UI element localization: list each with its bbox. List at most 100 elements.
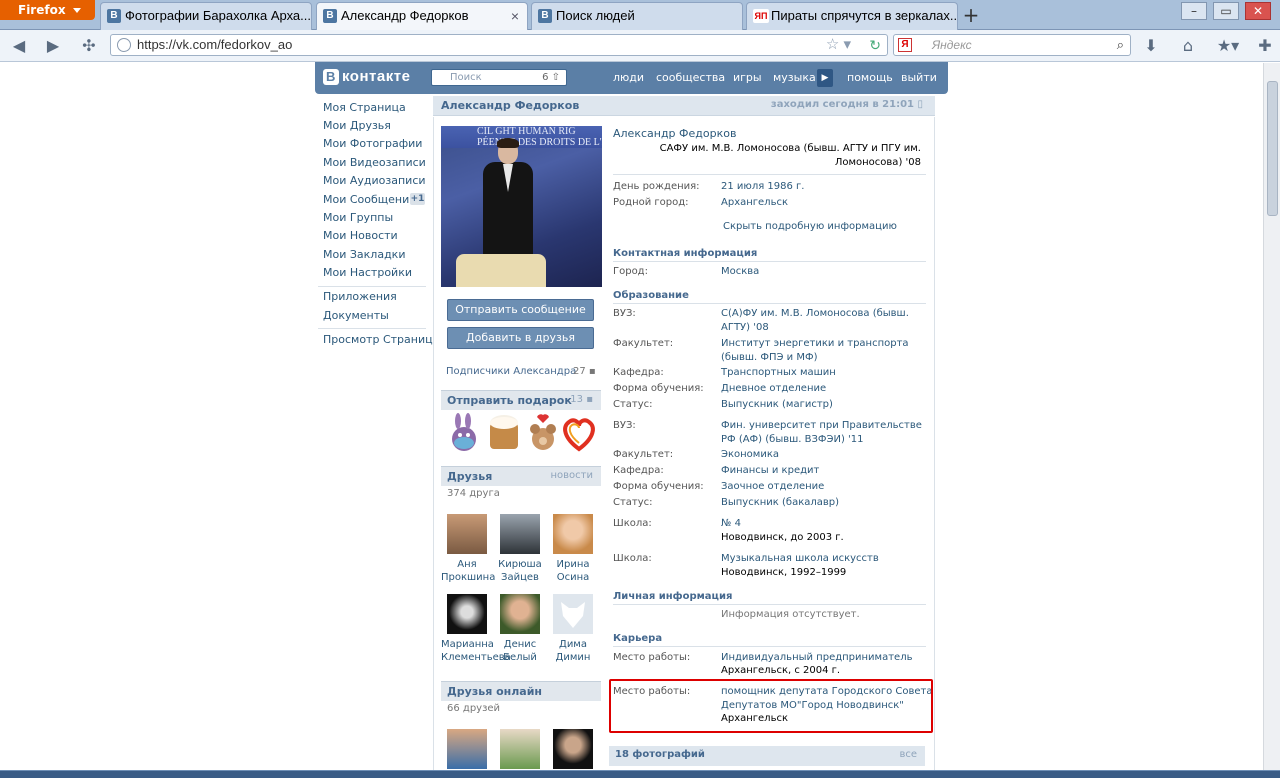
vk-search-input[interactable]: Поиск 6 ⇧ [431,69,567,86]
hometown-value[interactable]: Архангельск [721,196,788,210]
online-friend-avatar[interactable] [553,729,593,769]
friend-avatar[interactable] [447,514,487,554]
friend-avatar[interactable] [500,514,540,554]
personal-empty-text: Информация отсутствует. [721,609,860,620]
tab-people-search[interactable]: В Поиск людей [531,2,743,30]
nav-help[interactable]: помощь [847,71,893,84]
new-tab-button[interactable]: + [958,3,984,29]
menu-my-messages[interactable]: Мои Сообщения [323,193,416,206]
menu-my-audio[interactable]: Мои Аудиозаписи [323,174,426,187]
menu-my-page[interactable]: Моя Страница [323,101,406,114]
friend-avatar[interactable] [500,594,540,634]
profile-photo[interactable]: CIL GHT HUMAN RIG PÉENNE DES DROITS DE L'… [441,126,602,287]
menu-my-settings[interactable]: Мои Настройки [323,266,412,279]
job1-value[interactable]: Индивидуальный предприниматель [721,651,913,665]
friends-header[interactable]: Друзья новости [441,466,601,486]
site-identity-icon[interactable] [117,38,131,52]
downloads-icon[interactable]: ⬇ [1140,36,1162,56]
search-icon[interactable]: ⌕ [1117,35,1124,55]
department2-value[interactable]: Финансы и кредит [721,464,819,478]
school2-value[interactable]: Музыкальная школа искусств [721,552,879,566]
tab-photos[interactable]: В Фотографии Барахолка Арха... [100,2,312,30]
status2-value[interactable]: Выпускник (бакалавр) [721,496,839,510]
friends-online-header[interactable]: Друзья онлайн [441,681,601,701]
firefox-menu-button[interactable]: Firefox [0,0,95,20]
add-friend-button[interactable]: Добавить в друзья [447,327,594,349]
yandex-icon[interactable]: Я [898,38,912,52]
menu-apps[interactable]: Приложения [323,290,397,303]
menu-documents[interactable]: Документы [323,309,389,322]
study-form2-value[interactable]: Заочное отделение [721,480,824,494]
faculty1-value[interactable]: Институт энергетики и транспорта (бывш. Ф… [721,337,909,365]
search-bar[interactable]: Я Яндекс ⌕ [893,34,1131,56]
friends-news-link[interactable]: новости [551,470,594,481]
friend-item[interactable]: Аня Прокшина [441,514,495,584]
info-university-summary[interactable]: САФУ им. М.В. Ломоносова (бывш. АГТУ и П… [613,142,921,170]
study-form1-value[interactable]: Дневное отделение [721,382,826,396]
bookmark-star-icon[interactable]: ☆ ▾ [826,35,851,55]
uni1-value[interactable]: С(А)ФУ им. М.В. Ломоносова (бывш. АГТУ) '… [721,307,909,335]
back-icon[interactable]: ◀ [8,36,30,56]
uni2-value[interactable]: Фин. университет при Правительстве РФ (АФ… [721,419,922,447]
gift-heart-icon[interactable] [560,413,598,453]
play-icon[interactable]: ▶ [817,69,833,87]
nav-people[interactable]: люди [613,71,644,84]
menu-my-photos[interactable]: Мои Фотографии [323,137,422,150]
tab-news[interactable]: ЯП Пираты спрячутся в зеркалах... [746,2,958,30]
status1-value[interactable]: Выпускник (магистр) [721,398,833,412]
messages-badge[interactable]: +1 [410,193,425,205]
menu-view-pages[interactable]: Просмотр Страниц [323,333,433,346]
friend-item[interactable]: Денис Белый [494,594,546,664]
forward-icon[interactable]: ▶ [42,36,64,56]
menu-my-groups[interactable]: Мои Группы [323,211,393,224]
gift-bear-icon[interactable] [524,413,562,453]
nav-music[interactable]: музыка [773,71,816,84]
hide-details-link[interactable]: Скрыть подробную информацию [723,220,897,234]
page-scrollbar[interactable] [1263,63,1280,778]
gifts-header[interactable]: Отправить подарок 13 ▪ [441,390,601,410]
vk-logo[interactable]: Вконтакте [323,68,410,85]
city-value[interactable]: Москва [721,265,759,279]
school1-value[interactable]: № 4 [721,517,741,531]
online-friend-avatar[interactable] [447,729,487,769]
department1-value[interactable]: Транспортных машин [721,366,836,380]
gift-cake-icon[interactable] [485,413,523,453]
birthday-value[interactable]: 21 июля 1986 г. [721,180,804,194]
tab-label: Пираты спрячутся в зеркалах... [771,8,958,23]
restore-button[interactable]: ▭ [1213,2,1239,20]
scrollbar-thumb[interactable] [1267,81,1278,216]
tab-label: Фотографии Барахолка Арха... [125,8,311,23]
menu-my-bookmarks[interactable]: Мои Закладки [323,248,405,261]
faculty2-value[interactable]: Экономика [721,448,779,462]
friend-item[interactable]: Марианна Клементьева [441,594,511,664]
reload-icon[interactable]: ↻ [869,35,881,55]
close-tab-icon[interactable]: × [507,3,523,29]
addon-icon[interactable]: ✚ [1254,36,1276,56]
nav-logout[interactable]: выйти [901,71,937,84]
followers-link[interactable]: Подписчики Александра [446,366,576,377]
minimize-button[interactable]: – [1181,2,1207,20]
menu-my-videos[interactable]: Мои Видеозаписи [323,156,426,169]
photos-header[interactable]: 18 фотографий все [609,746,925,766]
bookmarks-menu-icon[interactable]: ★▾ [1213,36,1243,56]
close-window-button[interactable]: ✕ [1245,2,1271,20]
tab-profile[interactable]: В Александр Федорков × [316,2,528,30]
url-bar[interactable]: https://vk.com/fedorkov_ao ☆ ▾ ↻ [110,34,888,56]
friend-avatar[interactable] [553,514,593,554]
gift-bunny-icon[interactable] [445,413,483,453]
friend-default-avatar-icon[interactable] [553,594,593,634]
friend-item[interactable]: Кирюша Зайцев [494,514,546,584]
menu-my-news[interactable]: Мои Новости [323,229,398,242]
job1-location: Архангельск, с 2004 г. [721,665,841,676]
nav-games[interactable]: игры [733,71,762,84]
photos-all-link[interactable]: все [899,749,917,760]
menu-my-friends[interactable]: Мои Друзья [323,119,391,132]
send-message-button[interactable]: Отправить сообщение [447,299,594,321]
friend-item[interactable]: Дима Димин [547,594,599,664]
home-icon[interactable]: ⌂ [1177,36,1199,56]
online-friend-avatar[interactable] [500,729,540,769]
friend-avatar[interactable] [447,594,487,634]
nav-communities[interactable]: сообщества [656,71,725,84]
history-icon[interactable]: ✣ [78,36,100,56]
friend-item[interactable]: Ирина Осина [547,514,599,584]
